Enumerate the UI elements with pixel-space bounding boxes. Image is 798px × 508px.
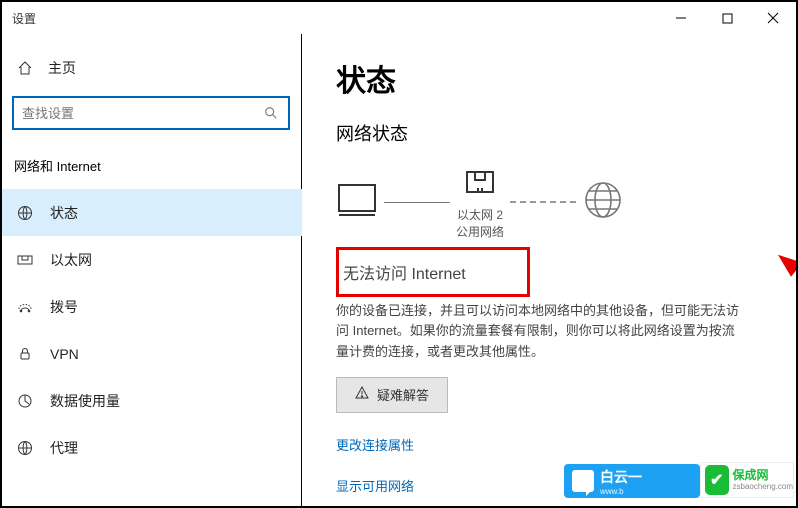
sidebar-item-label: 状态 bbox=[50, 203, 78, 223]
dialup-icon bbox=[16, 299, 34, 315]
vpn-icon bbox=[16, 346, 34, 362]
watermark-blue-sub: www.b bbox=[600, 487, 642, 496]
status-icon bbox=[16, 205, 34, 221]
maximize-button[interactable] bbox=[704, 2, 750, 34]
troubleshoot-label: 疑难解答 bbox=[377, 385, 429, 404]
sidebar: 主页 网络和 Internet 状态 以太网 bbox=[2, 34, 302, 506]
watermark-green-sub: zsbaocheng.com bbox=[733, 482, 793, 491]
globe-icon bbox=[582, 179, 624, 226]
watermark-green-text: 保成网 bbox=[733, 469, 793, 482]
adapter-type: 公用网络 bbox=[456, 225, 504, 239]
watermark-blue-text: 白云一 bbox=[600, 467, 642, 487]
minimize-button[interactable] bbox=[658, 2, 704, 34]
connection-dashed bbox=[510, 201, 576, 203]
search-box[interactable] bbox=[12, 96, 290, 130]
sidebar-item-dialup[interactable]: 拨号 bbox=[12, 283, 301, 330]
home-icon bbox=[16, 60, 34, 76]
sidebar-home[interactable]: 主页 bbox=[12, 46, 301, 90]
ethernet-icon bbox=[16, 252, 34, 268]
connection-line bbox=[384, 202, 450, 203]
sidebar-item-ethernet[interactable]: 以太网 bbox=[12, 236, 301, 283]
search-input[interactable] bbox=[14, 106, 254, 121]
sidebar-item-label: 以太网 bbox=[50, 250, 92, 270]
network-diagram: 以太网 2 公用网络 bbox=[336, 164, 762, 241]
page-title: 状态 bbox=[336, 56, 762, 100]
section-title: 网络状态 bbox=[336, 120, 762, 146]
sidebar-home-label: 主页 bbox=[48, 58, 76, 78]
watermark-green: ✔ 保成网 zsbaocheng.com bbox=[700, 462, 794, 498]
alert-text: 无法访问 Internet bbox=[343, 266, 466, 283]
adapter-name: 以太网 2 bbox=[457, 208, 503, 222]
sidebar-item-label: VPN bbox=[50, 346, 79, 362]
annotation-arrow bbox=[772, 244, 798, 464]
watermark-blue: 白云一 www.b bbox=[564, 464, 700, 498]
troubleshoot-button[interactable]: 疑难解答 bbox=[336, 377, 448, 413]
sidebar-item-proxy[interactable]: 代理 bbox=[12, 424, 301, 471]
window-title: 设置 bbox=[12, 10, 36, 27]
sidebar-item-label: 数据使用量 bbox=[50, 391, 120, 411]
sidebar-item-status[interactable]: 状态 bbox=[2, 189, 302, 236]
sidebar-item-data-usage[interactable]: 数据使用量 bbox=[12, 377, 301, 424]
sidebar-item-label: 代理 bbox=[50, 438, 78, 458]
close-button[interactable] bbox=[750, 2, 796, 34]
alert-highlight: 无法访问 Internet bbox=[336, 247, 530, 297]
warning-icon bbox=[355, 386, 369, 403]
titlebar: 设置 bbox=[2, 2, 796, 34]
sidebar-item-vpn[interactable]: VPN bbox=[12, 330, 301, 377]
link-change-properties[interactable]: 更改连接属性 bbox=[336, 435, 762, 454]
computer-icon bbox=[336, 181, 378, 224]
data-usage-icon bbox=[16, 393, 34, 409]
main-content: 状态 网络状态 以太网 2 公用网络 bbox=[302, 34, 796, 506]
sidebar-item-label: 拨号 bbox=[50, 297, 78, 317]
search-icon[interactable] bbox=[254, 106, 288, 120]
proxy-icon bbox=[16, 440, 34, 456]
sidebar-category: 网络和 Internet bbox=[14, 156, 301, 175]
adapter-icon bbox=[463, 164, 497, 203]
status-description: 你的设备已连接，并且可以访问本地网络中的其他设备，但可能无法访问 Interne… bbox=[336, 301, 746, 363]
